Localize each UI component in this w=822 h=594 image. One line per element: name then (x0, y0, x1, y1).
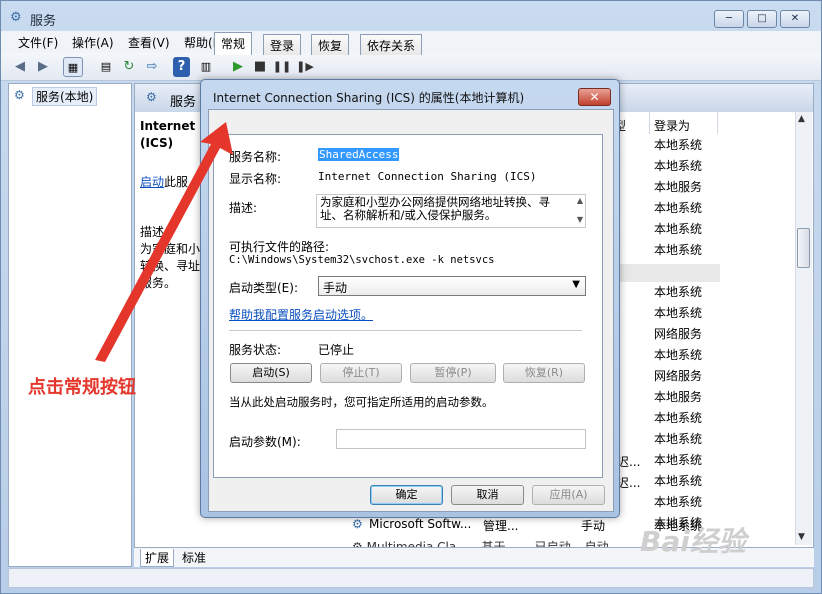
annotation-arrow (95, 122, 233, 362)
annotation-text: 点击常规按钮 (28, 377, 136, 398)
annotation-arrow-shape (95, 122, 233, 362)
tab-general[interactable]: 常规 (214, 32, 253, 55)
watermark: Bai经验 (640, 525, 746, 558)
